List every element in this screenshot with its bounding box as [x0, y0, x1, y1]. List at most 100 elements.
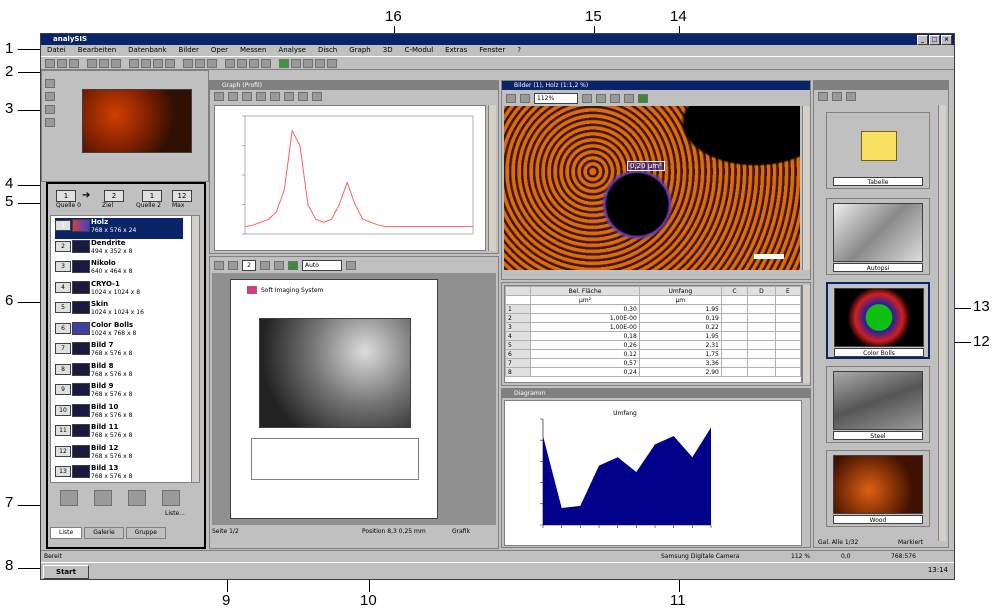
zoom-x-icon[interactable] — [214, 92, 224, 101]
image-select-icon[interactable] — [506, 93, 516, 103]
info-icon[interactable] — [99, 58, 109, 68]
menu-item-1[interactable]: Bearbeiten — [72, 45, 122, 56]
report-cursor-icon[interactable] — [214, 260, 224, 270]
table-cell[interactable]: 3,36 — [638, 358, 722, 368]
micrograph-image[interactable]: 0,20 µm² — [504, 106, 800, 270]
table-cell[interactable] — [774, 322, 801, 332]
report-text-icon[interactable] — [228, 260, 238, 270]
table-cell[interactable] — [747, 331, 776, 341]
fit-icon[interactable] — [284, 92, 294, 101]
target-field[interactable]: 2 — [104, 190, 124, 202]
menu-item-0[interactable]: Datei — [41, 45, 72, 56]
table-cell[interactable]: 0,24 — [530, 367, 640, 377]
report-save-icon[interactable] — [346, 260, 356, 270]
gallery-item[interactable]: Tabelle — [826, 112, 930, 189]
magnify-icon[interactable] — [312, 92, 322, 101]
table-cell[interactable]: 0,26 — [530, 340, 640, 350]
table-scrollbar[interactable] — [802, 285, 810, 383]
table-cell[interactable] — [774, 349, 801, 359]
database-icon[interactable] — [291, 58, 301, 68]
graph-scrollbar[interactable] — [488, 105, 496, 251]
tab-gallery[interactable]: Galerie — [84, 527, 124, 539]
report-icon[interactable] — [261, 58, 271, 68]
gallery-item[interactable]: Wood — [826, 450, 930, 527]
table-cell[interactable]: 4 — [505, 331, 532, 341]
table-cell[interactable] — [720, 304, 749, 314]
triangle-icon[interactable] — [298, 92, 308, 101]
table-cell[interactable]: 0,18 — [530, 331, 640, 341]
page-field[interactable]: 2 — [242, 259, 256, 271]
table-cell[interactable] — [720, 367, 749, 377]
menu-item-13[interactable]: ? — [511, 45, 527, 56]
table-cell[interactable]: 2,31 — [638, 340, 722, 350]
table-row[interactable]: 3 1,00E-00 0,22 — [505, 322, 801, 332]
table-cell[interactable] — [720, 340, 749, 350]
gallery-item[interactable]: Steel — [826, 366, 930, 443]
gallery-view-icon[interactable] — [818, 92, 828, 101]
table-cell[interactable]: 1,00E-00 — [530, 322, 640, 332]
edit-icon[interactable] — [94, 490, 112, 506]
table-cell[interactable] — [720, 331, 749, 341]
table-cell[interactable]: 0,19 — [638, 313, 722, 323]
table-row[interactable]: 8 0,24 2,90 — [505, 367, 801, 377]
trash-icon[interactable] — [60, 490, 78, 506]
table-cell[interactable]: 1,95 — [638, 304, 722, 314]
table-cell[interactable] — [747, 322, 776, 332]
table-cell[interactable] — [774, 331, 801, 341]
folder-icon[interactable] — [162, 490, 180, 506]
table-cell[interactable] — [774, 340, 801, 350]
refresh-icon[interactable] — [45, 118, 55, 127]
down-icon[interactable] — [270, 92, 280, 101]
layer-icon[interactable] — [45, 92, 55, 101]
gallery-item[interactable]: Autopsi — [826, 198, 930, 275]
table-cell[interactable]: 1 — [505, 304, 532, 314]
table-cell[interactable] — [747, 340, 776, 350]
table-row[interactable]: 7 0,57 3,36 — [505, 358, 801, 368]
close-button[interactable]: × — [941, 35, 952, 45]
menu-item-5[interactable]: Messen — [234, 45, 272, 56]
gallery-detail-icon[interactable] — [846, 92, 856, 101]
active-image-thumbnail[interactable] — [82, 89, 192, 153]
undo-icon[interactable] — [153, 58, 163, 68]
copy-icon[interactable] — [129, 58, 139, 68]
chart-icon[interactable] — [315, 58, 325, 68]
table-cell[interactable] — [720, 349, 749, 359]
flag-icon[interactable] — [242, 92, 252, 101]
menu-item-8[interactable]: Graph — [343, 45, 376, 56]
image-list-item[interactable]: 4 CRYO-1 1024 x 1024 x 8 — [55, 280, 183, 301]
image-list-item[interactable]: 1 Holz 768 x 576 x 24 — [55, 218, 183, 239]
gallery-list-icon[interactable] — [832, 92, 842, 101]
list-more-button[interactable]: Liste... — [165, 510, 185, 517]
gallery-icon[interactable] — [327, 58, 337, 68]
start-button[interactable]: Start — [43, 565, 89, 579]
threshold-icon[interactable] — [207, 58, 217, 68]
table-cell[interactable] — [747, 349, 776, 359]
table-row[interactable]: 4 0,18 1,95 — [505, 331, 801, 341]
fit-window-icon[interactable] — [624, 93, 634, 103]
table-cell[interactable]: 1,75 — [638, 349, 722, 359]
table-row[interactable]: 6 0,12 1,75 — [505, 349, 801, 359]
table-cell[interactable]: 7 — [505, 358, 532, 368]
image-list-item[interactable]: 5 Skin 1024 x 1024 x 16 — [55, 300, 183, 321]
table-cell[interactable] — [720, 322, 749, 332]
grid-view-icon[interactable] — [45, 79, 55, 88]
table-row[interactable]: 1 0,30 1,95 — [505, 304, 801, 314]
table-cell[interactable]: 8 — [505, 367, 532, 377]
table-cell[interactable] — [774, 304, 801, 314]
grid-icon[interactable] — [249, 58, 259, 68]
table-cell[interactable] — [747, 313, 776, 323]
table-row[interactable]: 5 0,26 2,31 — [505, 340, 801, 350]
zoom-out-icon[interactable] — [596, 93, 606, 103]
image-list-item[interactable]: 11 Bild 11 768 x 576 x 8 — [55, 423, 183, 444]
image-list-item[interactable]: 9 Bild 9 768 x 576 x 8 — [55, 382, 183, 403]
image-list-item[interactable]: 10 Bild 10 768 x 576 x 8 — [55, 403, 183, 424]
print-icon[interactable] — [87, 58, 97, 68]
table-cell[interactable]: 0,30 — [530, 304, 640, 314]
measurement-table[interactable]: Bel. Fläche Umfang C D Eµm² µm 1 0,30 1,95 2 1,00E… — [505, 286, 801, 377]
image-list-item[interactable]: 3 Nikolo 640 x 464 x 8 — [55, 259, 183, 280]
table-cell[interactable] — [774, 358, 801, 368]
menu-item-10[interactable]: C-Modul — [399, 45, 440, 56]
zoom-select[interactable]: 112% — [534, 92, 578, 104]
table-icon[interactable] — [303, 58, 313, 68]
image-list-item[interactable]: 12 Bild 12 768 x 576 x 8 — [55, 444, 183, 465]
